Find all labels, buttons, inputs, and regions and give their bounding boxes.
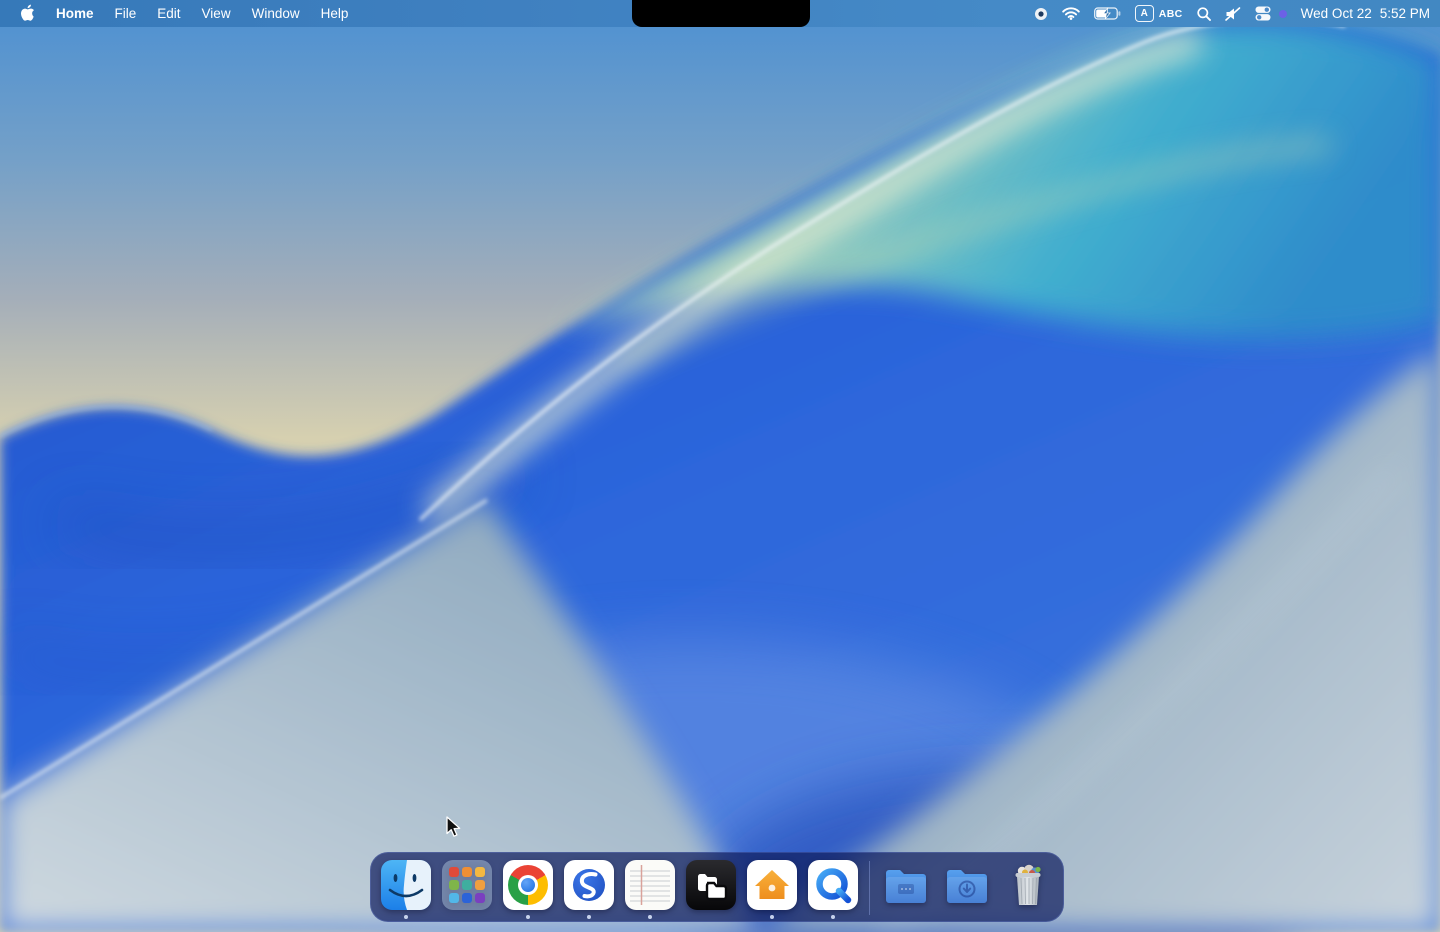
screen-recording-indicator-icon[interactable] (1034, 7, 1048, 21)
finder-icon (381, 860, 431, 910)
menu-bar-status: A ABC (1034, 5, 1440, 22)
notepad-icon (625, 860, 675, 910)
dock-item-file-manager[interactable] (686, 860, 736, 910)
menu-date: Wed Oct 22 (1301, 6, 1372, 21)
running-indicator (404, 915, 408, 919)
desktop-wallpaper (0, 0, 1440, 932)
running-indicator (648, 915, 652, 919)
input-source-menu[interactable]: A ABC (1135, 5, 1183, 22)
arrow-cursor (446, 816, 462, 838)
menu-window[interactable]: Window (252, 6, 300, 21)
s-swirl-icon (564, 860, 614, 910)
orange-house-icon (747, 860, 797, 910)
running-indicator (831, 915, 835, 919)
app-menu-home[interactable]: Home (56, 6, 94, 21)
dock-separator (869, 861, 870, 915)
dock-item-finder[interactable] (381, 860, 431, 910)
running-indicator (587, 915, 591, 919)
blue-folder-icon (881, 860, 931, 910)
dock-item-folder-downloads[interactable] (942, 860, 992, 910)
blue-folder-download-icon (942, 860, 992, 910)
launchpad-icon (442, 860, 492, 910)
menu-time: 5:52 PM (1380, 6, 1430, 21)
menu-help[interactable]: Help (321, 6, 349, 21)
menu-file[interactable]: File (115, 6, 137, 21)
dock-item-home-app[interactable] (747, 860, 797, 910)
apple-icon (21, 4, 35, 21)
focus-indicator-dot[interactable] (1279, 10, 1287, 18)
menu-bar-left: Home File Edit View Window Help (0, 4, 348, 24)
menu-view[interactable]: View (202, 6, 231, 21)
input-label: ABC (1159, 8, 1183, 20)
camera-notch (632, 0, 810, 27)
battery-charging-icon[interactable] (1094, 7, 1121, 20)
black-folders-icon (686, 860, 736, 910)
macos-desktop: Home File Edit View Window Help (0, 0, 1440, 932)
menu-edit[interactable]: Edit (157, 6, 180, 21)
spotlight-search-icon[interactable] (1197, 7, 1211, 21)
chrome-icon (503, 860, 553, 910)
dock-item-folder-documents[interactable] (881, 860, 931, 910)
apple-menu[interactable] (21, 4, 35, 24)
dock-item-launchpad[interactable] (442, 860, 492, 910)
control-center-icon[interactable] (1255, 6, 1271, 21)
dock (370, 852, 1064, 922)
running-indicator (770, 915, 774, 919)
dock-item-quicktime[interactable] (808, 860, 858, 910)
dock-item-chrome[interactable] (503, 860, 553, 910)
q-player-icon (808, 860, 858, 910)
trash-full-icon (1003, 860, 1053, 910)
menu-clock[interactable]: Wed Oct 22 5:52 PM (1301, 6, 1430, 21)
input-key-icon: A (1135, 5, 1154, 22)
volume-muted-icon[interactable] (1225, 7, 1241, 21)
dock-item-trash[interactable] (1003, 860, 1053, 910)
running-indicator (526, 915, 530, 919)
dock-item-textedit[interactable] (625, 860, 675, 910)
dock-item-s-notes[interactable] (564, 860, 614, 910)
wifi-icon[interactable] (1062, 7, 1080, 20)
